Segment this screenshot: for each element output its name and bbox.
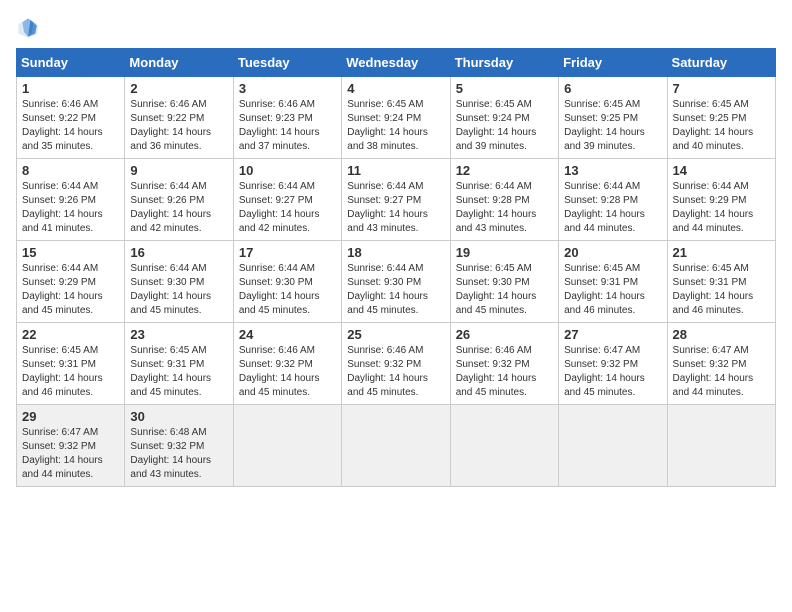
col-saturday: Saturday — [667, 49, 775, 77]
col-friday: Friday — [559, 49, 667, 77]
day-cell: 5 Sunrise: 6:45 AMSunset: 9:24 PMDayligh… — [450, 77, 558, 159]
day-cell: 25 Sunrise: 6:46 AMSunset: 9:32 PMDaylig… — [342, 323, 450, 405]
day-cell: 28 Sunrise: 6:47 AMSunset: 9:32 PMDaylig… — [667, 323, 775, 405]
day-cell: 22 Sunrise: 6:45 AMSunset: 9:31 PMDaylig… — [17, 323, 125, 405]
day-cell: 10 Sunrise: 6:44 AMSunset: 9:27 PMDaylig… — [233, 159, 341, 241]
calendar-table: Sunday Monday Tuesday Wednesday Thursday… — [16, 48, 776, 487]
logo-icon — [16, 16, 40, 40]
day-cell: 1 Sunrise: 6:46 AMSunset: 9:22 PMDayligh… — [17, 77, 125, 159]
day-cell: 2 Sunrise: 6:46 AMSunset: 9:22 PMDayligh… — [125, 77, 233, 159]
day-cell: 29 Sunrise: 6:47 AMSunset: 9:32 PMDaylig… — [17, 405, 125, 487]
day-cell: 12 Sunrise: 6:44 AMSunset: 9:28 PMDaylig… — [450, 159, 558, 241]
day-cell: 13 Sunrise: 6:44 AMSunset: 9:28 PMDaylig… — [559, 159, 667, 241]
col-wednesday: Wednesday — [342, 49, 450, 77]
day-cell: 8 Sunrise: 6:44 AMSunset: 9:26 PMDayligh… — [17, 159, 125, 241]
header — [16, 16, 776, 40]
empty-cell — [233, 405, 341, 487]
day-cell: 9 Sunrise: 6:44 AMSunset: 9:26 PMDayligh… — [125, 159, 233, 241]
day-cell: 7 Sunrise: 6:45 AMSunset: 9:25 PMDayligh… — [667, 77, 775, 159]
empty-cell — [342, 405, 450, 487]
day-cell: 14 Sunrise: 6:44 AMSunset: 9:29 PMDaylig… — [667, 159, 775, 241]
logo — [16, 16, 44, 40]
day-cell: 21 Sunrise: 6:45 AMSunset: 9:31 PMDaylig… — [667, 241, 775, 323]
calendar-week-row: 1 Sunrise: 6:46 AMSunset: 9:22 PMDayligh… — [17, 77, 776, 159]
day-cell: 27 Sunrise: 6:47 AMSunset: 9:32 PMDaylig… — [559, 323, 667, 405]
empty-cell — [450, 405, 558, 487]
day-cell: 4 Sunrise: 6:45 AMSunset: 9:24 PMDayligh… — [342, 77, 450, 159]
calendar-week-row: 29 Sunrise: 6:47 AMSunset: 9:32 PMDaylig… — [17, 405, 776, 487]
day-cell: 6 Sunrise: 6:45 AMSunset: 9:25 PMDayligh… — [559, 77, 667, 159]
day-cell: 15 Sunrise: 6:44 AMSunset: 9:29 PMDaylig… — [17, 241, 125, 323]
day-cell: 11 Sunrise: 6:44 AMSunset: 9:27 PMDaylig… — [342, 159, 450, 241]
col-tuesday: Tuesday — [233, 49, 341, 77]
day-cell: 3 Sunrise: 6:46 AMSunset: 9:23 PMDayligh… — [233, 77, 341, 159]
col-thursday: Thursday — [450, 49, 558, 77]
empty-cell — [559, 405, 667, 487]
day-cell: 18 Sunrise: 6:44 AMSunset: 9:30 PMDaylig… — [342, 241, 450, 323]
day-cell: 24 Sunrise: 6:46 AMSunset: 9:32 PMDaylig… — [233, 323, 341, 405]
day-cell: 16 Sunrise: 6:44 AMSunset: 9:30 PMDaylig… — [125, 241, 233, 323]
day-cell: 19 Sunrise: 6:45 AMSunset: 9:30 PMDaylig… — [450, 241, 558, 323]
header-row: Sunday Monday Tuesday Wednesday Thursday… — [17, 49, 776, 77]
calendar-week-row: 15 Sunrise: 6:44 AMSunset: 9:29 PMDaylig… — [17, 241, 776, 323]
col-monday: Monday — [125, 49, 233, 77]
day-cell: 17 Sunrise: 6:44 AMSunset: 9:30 PMDaylig… — [233, 241, 341, 323]
calendar-week-row: 8 Sunrise: 6:44 AMSunset: 9:26 PMDayligh… — [17, 159, 776, 241]
day-cell: 30 Sunrise: 6:48 AMSunset: 9:32 PMDaylig… — [125, 405, 233, 487]
calendar-week-row: 22 Sunrise: 6:45 AMSunset: 9:31 PMDaylig… — [17, 323, 776, 405]
col-sunday: Sunday — [17, 49, 125, 77]
empty-cell — [667, 405, 775, 487]
day-cell: 26 Sunrise: 6:46 AMSunset: 9:32 PMDaylig… — [450, 323, 558, 405]
day-cell: 20 Sunrise: 6:45 AMSunset: 9:31 PMDaylig… — [559, 241, 667, 323]
day-cell: 23 Sunrise: 6:45 AMSunset: 9:31 PMDaylig… — [125, 323, 233, 405]
